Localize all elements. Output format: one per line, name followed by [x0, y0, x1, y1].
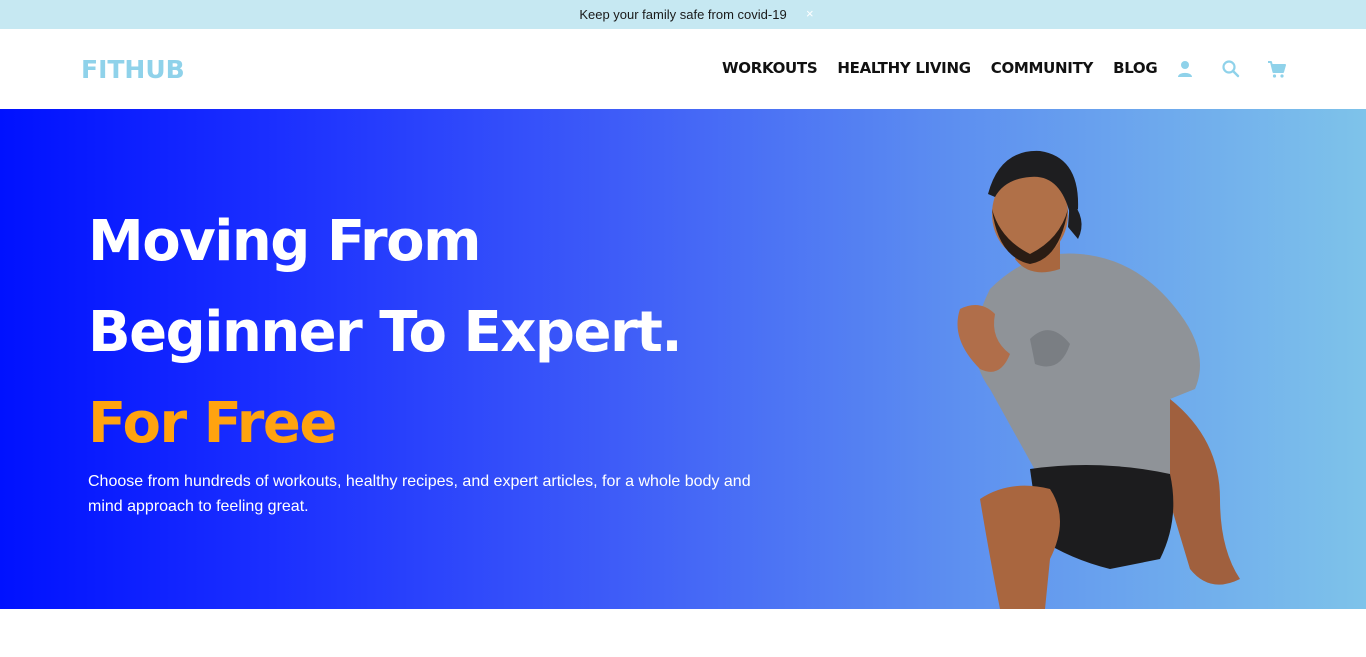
nav-healthy-living[interactable]: HEALTHY LIVING [837, 59, 971, 78]
hero-description: Choose from hundreds of workouts, health… [88, 473, 751, 515]
nav-workouts[interactable]: WORKOUTS [722, 59, 818, 78]
user-icon[interactable] [1175, 59, 1195, 79]
main-nav: WORKOUTS HEALTHY LIVING COMMUNITY BLOG [722, 59, 1177, 78]
nav-blog[interactable]: BLOG [1113, 59, 1158, 78]
search-icon[interactable] [1221, 59, 1241, 79]
site-logo[interactable]: FITHUB [81, 55, 185, 84]
nav-community[interactable]: COMMUNITY [991, 59, 1094, 78]
athlete-image [957, 150, 1240, 609]
hero-heading-line2: Beginner To Expert. [88, 300, 683, 365]
hero-banner: Moving From Beginner To Expert. For Free… [0, 109, 1366, 609]
announcement-bar: Keep your family safe from covid-19 × [0, 0, 1366, 29]
site-header: FITHUB WORKOUTS HEALTHY LIVING COMMUNITY… [0, 29, 1366, 109]
announcement-text: Keep your family safe from covid-19 [579, 7, 787, 22]
cart-icon[interactable] [1267, 59, 1287, 79]
close-icon[interactable]: × [806, 6, 814, 22]
hero-heading-highlight: For Free [88, 391, 337, 456]
hero-heading-line1: Moving From [88, 209, 481, 274]
